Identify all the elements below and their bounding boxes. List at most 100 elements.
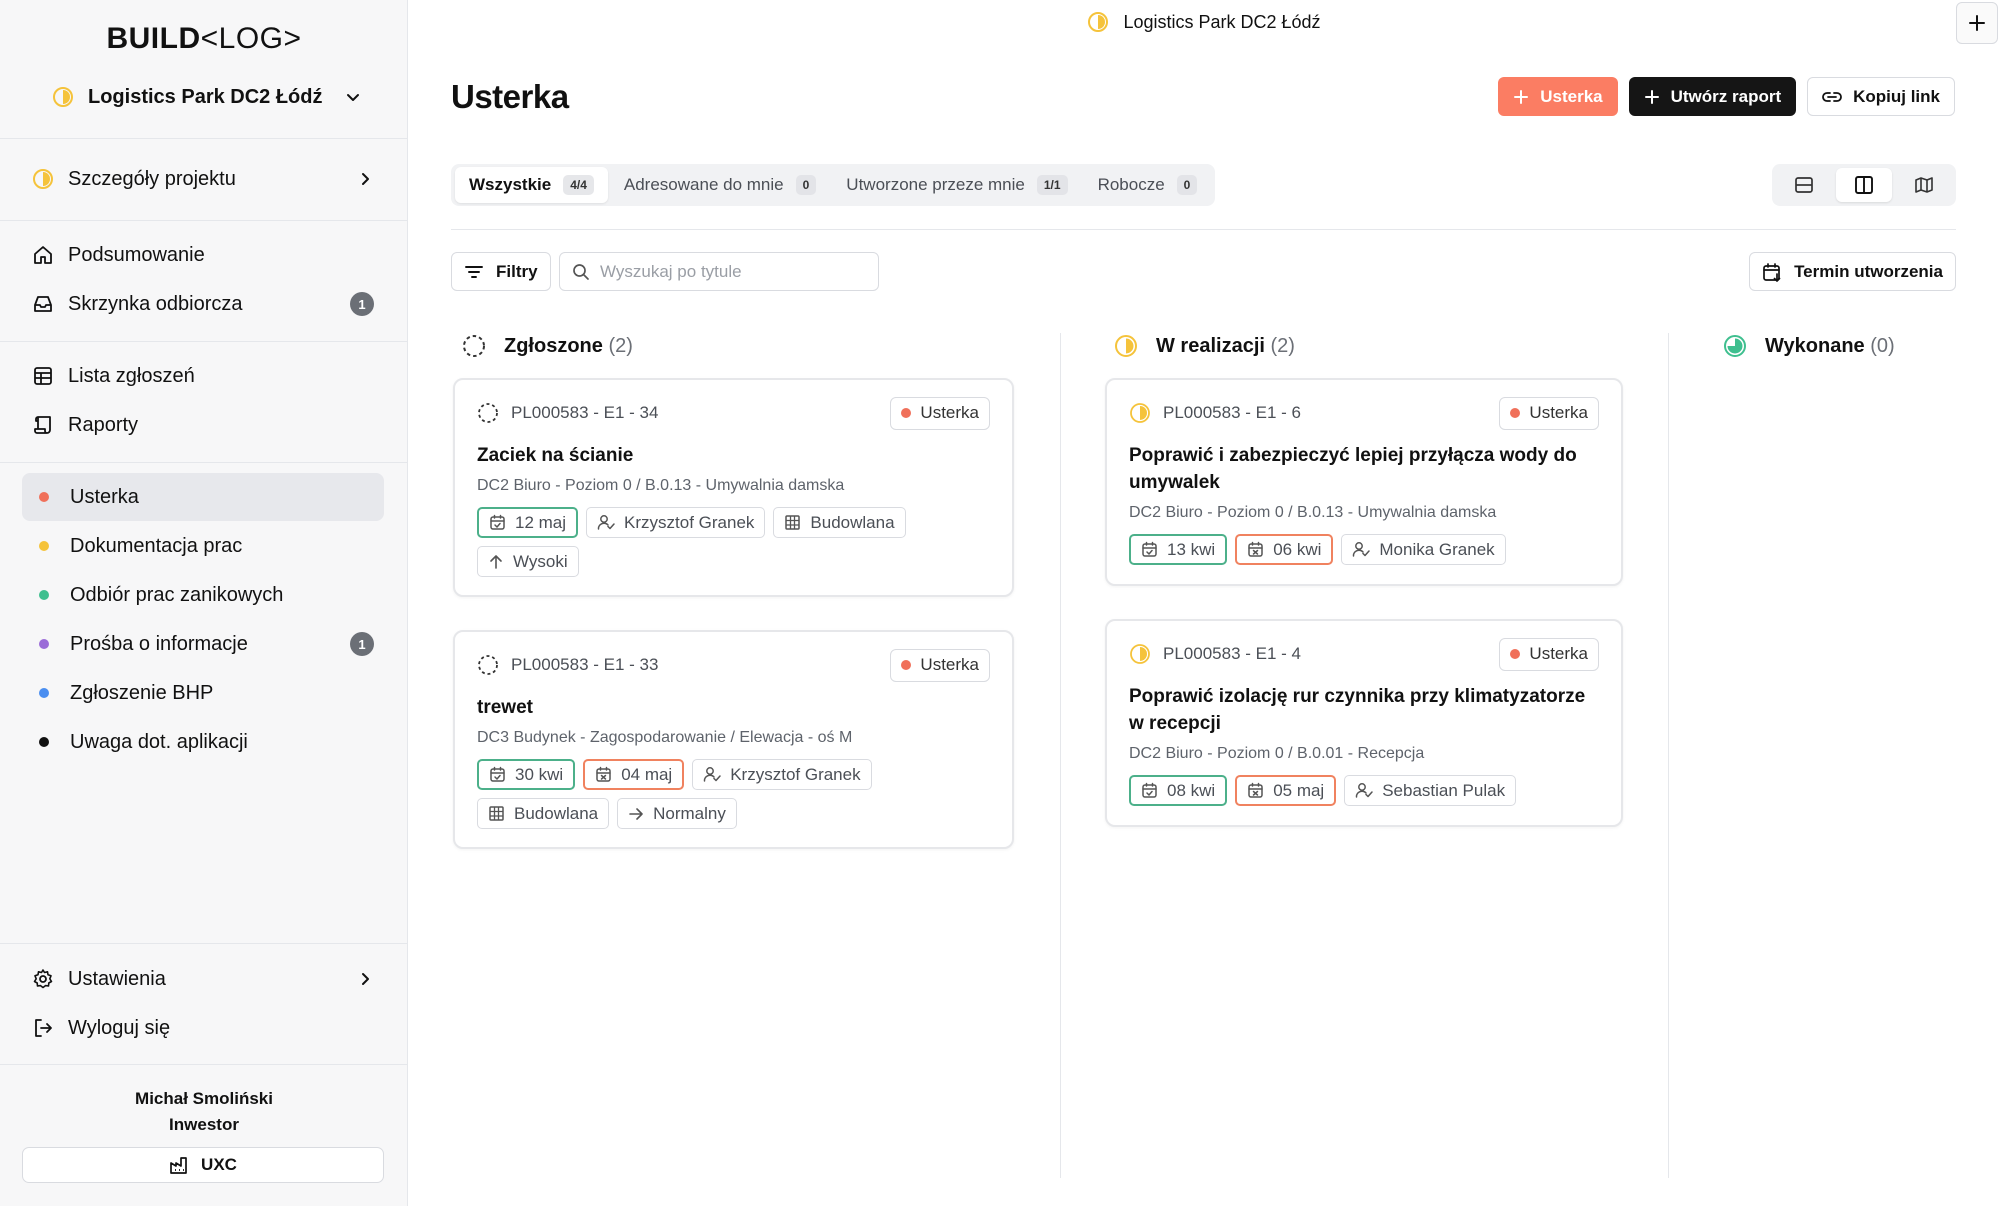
view-board-button[interactable] xyxy=(1836,168,1892,202)
column-header-reported: Zgłoszone (2) xyxy=(462,334,633,358)
sidebar-item-odbior[interactable]: Odbiór prac zanikowych xyxy=(22,571,384,619)
chip-label: Budowlana xyxy=(810,512,895,532)
filters-button[interactable]: Filtry xyxy=(451,252,551,291)
user-check-icon xyxy=(597,514,615,531)
tab-assigned-to-me[interactable]: Adresowane do mnie 0 xyxy=(610,167,830,203)
column-count: (0) xyxy=(1870,334,1895,357)
sidebar-item-inbox[interactable]: Skrzynka odbiorcza 1 xyxy=(22,280,384,328)
add-issue-button[interactable]: Usterka xyxy=(1498,77,1618,116)
button-label: Utwórz raport xyxy=(1670,86,1782,106)
tab-all[interactable]: Wszystkie 4/4 xyxy=(455,167,608,203)
category-dot xyxy=(1510,649,1521,659)
sidebar-item-bhp[interactable]: Zgłoszenie BHP xyxy=(22,669,384,717)
calendar-icon xyxy=(489,766,506,783)
home-icon xyxy=(32,244,54,266)
category-dot xyxy=(39,639,49,649)
chip-label: 08 kwi xyxy=(1167,780,1216,800)
sidebar-item-summary[interactable]: Podsumowanie xyxy=(22,231,384,279)
assignee-chip: Sebastian Pulak xyxy=(1344,775,1517,806)
arrow-up-icon xyxy=(488,554,504,570)
sidebar-item-uwaga[interactable]: Uwaga dot. aplikacji xyxy=(22,718,384,766)
copy-link-button[interactable]: Kopiuj link xyxy=(1807,77,1955,116)
nav-label: Raporty xyxy=(68,413,139,436)
organization-label: UXC xyxy=(201,1155,237,1174)
type-label: Usterka xyxy=(920,655,979,674)
status-half-icon xyxy=(52,86,74,108)
issue-card[interactable]: PL000583 - E1 - 33 Usterka trewet DC3 Bu… xyxy=(453,630,1014,849)
column-count: (2) xyxy=(608,334,633,357)
sidebar-item-reports[interactable]: Raporty xyxy=(22,401,384,449)
create-report-button[interactable]: Utwórz raport xyxy=(1628,77,1797,116)
due-date-chip: 04 maj xyxy=(583,759,685,790)
sidebar-item-settings[interactable]: Ustawienia xyxy=(22,955,384,1003)
sidebar-item-prosba[interactable]: Prośba o informacje 1 xyxy=(22,620,384,668)
sidebar-item-usterka[interactable]: Usterka xyxy=(22,473,384,521)
view-map-button[interactable] xyxy=(1896,168,1952,202)
issue-title: Poprawić i zabezpieczyć lepiej przyłącza… xyxy=(1129,445,1577,493)
nav-label: Ustawienia xyxy=(68,967,166,990)
project-selector[interactable]: Logistics Park DC2 Łódź xyxy=(52,80,362,114)
nav-label: Prośba o informacje xyxy=(70,632,248,655)
sidebar: BUILD<LOG> Logistics Park DC2 Łódź Szcze… xyxy=(0,0,408,1206)
issue-card[interactable]: PL000583 - E1 - 6 Usterka Poprawić i zab… xyxy=(1105,378,1623,586)
sidebar-item-dokumentacja[interactable]: Dokumentacja prac xyxy=(22,522,384,570)
plus-icon xyxy=(1513,89,1529,105)
header-actions: Usterka Utwórz raport Kopiuj link xyxy=(1498,77,1955,116)
column-title: Wykonane xyxy=(1765,334,1865,357)
category-dot xyxy=(39,737,49,747)
issue-card[interactable]: PL000583 - E1 - 4 Usterka Poprawić izola… xyxy=(1105,619,1623,827)
sidebar-item-logout[interactable]: Wyloguj się xyxy=(22,1004,384,1052)
filter-tabs: Wszystkie 4/4 Adresowane do mnie 0 Utwor… xyxy=(451,164,1216,206)
sort-by-created-button[interactable]: Termin utworzenia xyxy=(1749,252,1956,291)
project-name: Logistics Park DC2 Łódź xyxy=(88,85,323,108)
tab-drafts[interactable]: Robocze 0 xyxy=(1084,167,1212,203)
chip-label: 30 kwi xyxy=(515,764,564,784)
trade-chip: Budowlana xyxy=(773,507,906,538)
building-icon xyxy=(488,805,505,822)
due-date-chip: 05 maj xyxy=(1235,775,1337,806)
divider xyxy=(0,943,408,944)
nav-label: Szczegóły projektu xyxy=(68,167,236,190)
button-label: Usterka xyxy=(1540,86,1603,106)
assignee-chip: Krzysztof Granek xyxy=(692,759,872,790)
app-logo[interactable]: BUILD<LOG> xyxy=(0,22,408,56)
type-label: Usterka xyxy=(920,403,979,422)
status-open-icon xyxy=(477,402,499,424)
issue-id: PL000583 - E1 - 6 xyxy=(1163,403,1301,422)
nav-label: Skrzynka odbiorcza xyxy=(68,292,243,315)
new-tab-button[interactable] xyxy=(1956,2,1998,44)
column-count: (2) xyxy=(1270,334,1295,357)
nav-label: Dokumentacja prac xyxy=(70,534,243,557)
nav-label: Usterka xyxy=(70,485,139,508)
chip-label: Monika Granek xyxy=(1379,539,1495,559)
chevron-down-icon xyxy=(344,88,362,106)
category-dot xyxy=(39,541,49,551)
tab-created-by-me[interactable]: Utworzone przeze mnie 1/1 xyxy=(832,167,1081,203)
chip-label: 12 maj xyxy=(515,512,567,532)
divider xyxy=(0,341,408,342)
issue-card[interactable]: PL000583 - E1 - 34 Usterka Zaciek na ści… xyxy=(453,378,1014,597)
calendar-x-icon xyxy=(1247,782,1264,799)
organization-button[interactable]: UXC xyxy=(22,1147,384,1183)
sidebar-item-list[interactable]: Lista zgłoszeń xyxy=(22,352,384,400)
chip-label: 05 maj xyxy=(1273,780,1325,800)
chip-label: Krzysztof Granek xyxy=(624,512,755,532)
tab-label: Wszystkie xyxy=(469,175,552,194)
inbox-count-badge: 1 xyxy=(350,292,374,316)
type-label: Usterka xyxy=(1529,403,1588,422)
button-label: Filtry xyxy=(496,261,538,281)
chip-label: 06 kwi xyxy=(1273,539,1322,559)
plus-icon xyxy=(1644,89,1660,105)
search-input[interactable] xyxy=(600,261,860,282)
chip-label: Wysoki xyxy=(513,551,568,571)
view-list-button[interactable] xyxy=(1776,168,1832,202)
search-field xyxy=(559,252,879,291)
nav-label: Uwaga dot. aplikacji xyxy=(70,730,248,753)
project-details-link[interactable]: Szczegóły projektu xyxy=(22,155,384,203)
nav-label: Zgłoszenie BHP xyxy=(70,681,214,704)
tab-count: 1/1 xyxy=(1036,175,1068,195)
view-toggle xyxy=(1772,164,1956,206)
status-half-icon xyxy=(1087,11,1109,33)
building-icon xyxy=(784,514,801,531)
chip-label: Sebastian Pulak xyxy=(1382,780,1506,800)
